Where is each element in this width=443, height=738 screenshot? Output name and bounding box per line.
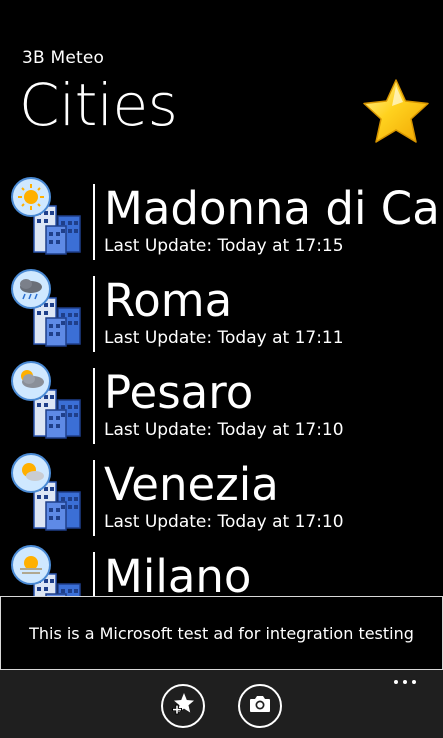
app-bar: [0, 670, 443, 738]
city-name: Roma: [104, 278, 233, 323]
city-weather-icon: [10, 544, 90, 602]
add-favorite-button[interactable]: [161, 684, 205, 728]
city-last-update: Last Update: Today at 17:10: [104, 512, 344, 532]
list-item[interactable]: Venezia Last Update: Today at 17:10: [0, 448, 443, 540]
favorites-star-icon[interactable]: [358, 76, 434, 148]
divider: [93, 184, 95, 260]
city-name: Pesaro: [104, 370, 254, 415]
city-list: Madonna di Car Last Update: Today at 17:…: [0, 172, 443, 602]
page-title: Cities: [19, 71, 178, 139]
city-last-update: Last Update: Today at 17:10: [104, 420, 344, 440]
camera-icon: [248, 694, 272, 718]
dot: [403, 680, 407, 684]
camera-button[interactable]: [238, 684, 282, 728]
divider: [93, 368, 95, 444]
city-name: Milano: [104, 554, 252, 599]
dot: [412, 680, 416, 684]
divider: [93, 552, 95, 602]
city-weather-icon: [10, 452, 90, 532]
list-item[interactable]: Pesaro Last Update: Today at 17:10: [0, 356, 443, 448]
city-name: Venezia: [104, 462, 279, 507]
ad-banner[interactable]: This is a Microsoft test ad for integrat…: [0, 596, 443, 670]
star-add-icon: [170, 691, 196, 721]
dot: [394, 680, 398, 684]
list-item[interactable]: Madonna di Car Last Update: Today at 17:…: [0, 172, 443, 264]
city-last-update: Last Update: Today at 17:11: [104, 328, 344, 348]
city-weather-icon: [10, 268, 90, 348]
city-name: Madonna di Car: [104, 186, 443, 231]
list-item[interactable]: Roma Last Update: Today at 17:11: [0, 264, 443, 356]
city-weather-icon: [10, 176, 90, 256]
divider: [93, 460, 95, 536]
list-item[interactable]: Milano: [0, 540, 443, 602]
app-name: 3B Meteo: [22, 48, 105, 68]
city-last-update: Last Update: Today at 17:15: [104, 236, 344, 256]
ad-text: This is a Microsoft test ad for integrat…: [29, 623, 414, 643]
city-weather-icon: [10, 360, 90, 440]
divider: [93, 276, 95, 352]
more-options-button[interactable]: [394, 675, 428, 689]
